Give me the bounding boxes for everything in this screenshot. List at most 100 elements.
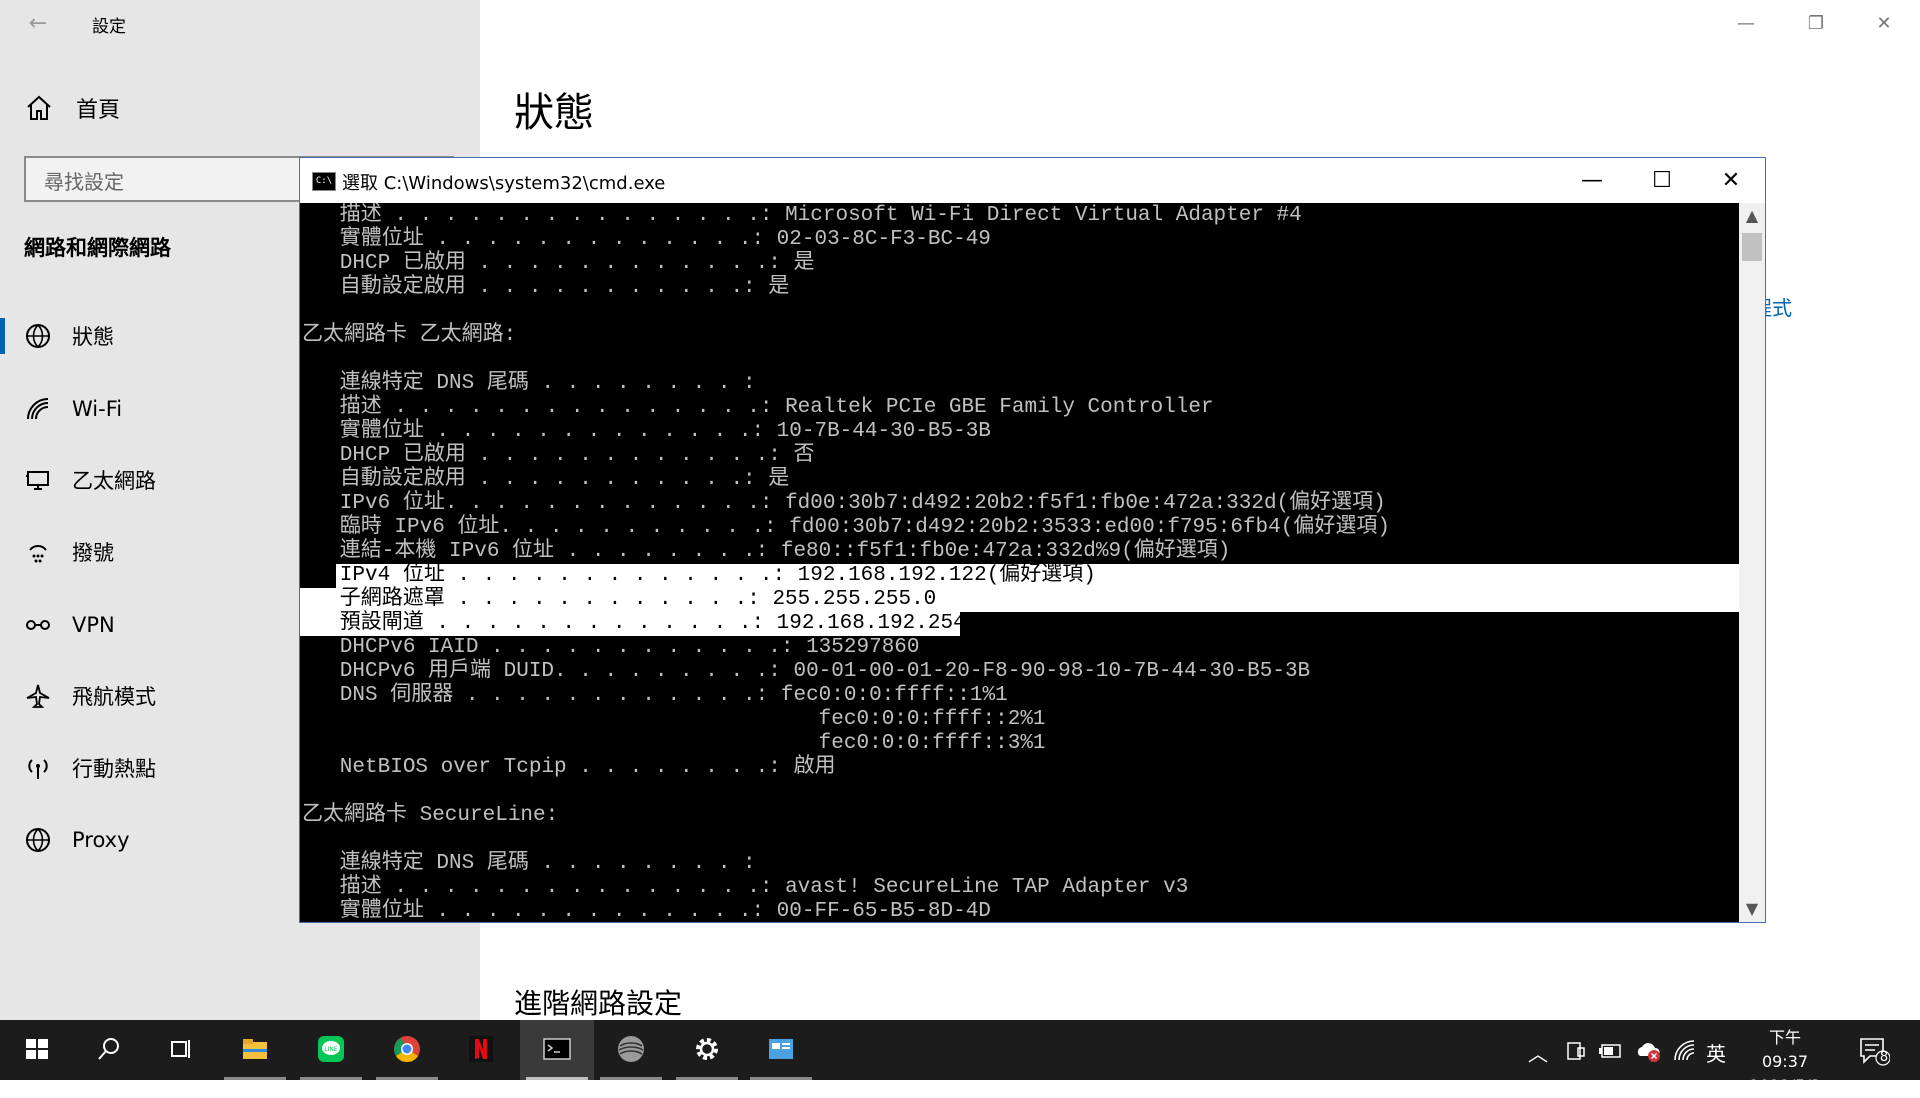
selected-indicator [0,318,5,354]
console-line: 預設閘道 . . . . . . . . . . . . .: 192.168.… [302,612,966,635]
cmd-icon [543,1038,571,1060]
console-line: 自動設定啟用 . . . . . . . . . . .: 是 [302,276,790,299]
clock-time: 下午 09:37 [1761,1028,1809,1071]
sphere-app-button[interactable] [594,1020,668,1080]
settings-gear-icon [696,1038,718,1060]
netflix-icon [469,1036,493,1062]
cmd-minimize-icon[interactable]: — [1557,158,1627,203]
netflix-button[interactable] [444,1020,518,1080]
task-view-button[interactable] [144,1020,218,1080]
file-explorer-button[interactable] [218,1020,292,1080]
nav-label: VPN [72,613,115,637]
chrome-button[interactable] [370,1020,444,1080]
home-nav-item[interactable]: 首頁 [24,90,120,126]
console-line: 連結-本機 IPv6 位址 . . . . . . . .: fe80::f5f… [302,540,1231,563]
console-line: 臨時 IPv6 位址. . . . . . . . . . .: fd00:30… [302,516,1390,539]
console-line: 描述 . . . . . . . . . . . . . . .: avast!… [302,876,1189,899]
start-button[interactable] [0,1020,74,1080]
chrome-icon [394,1036,420,1063]
line-app-button[interactable]: LINE [294,1020,368,1080]
console-line: NetBIOS over Tcpip . . . . . . . .: 啟用 [302,756,836,779]
nav-label: Wi-Fi [72,397,123,421]
file-explorer-icon [243,1039,267,1059]
console-line: 乙太網路卡 SecureLine: [302,804,559,827]
scroll-up-icon[interactable]: ▲ [1739,203,1765,229]
console-line: 連線特定 DNS 尾碼 . . . . . . . . : [302,372,756,395]
settings-taskbar-button[interactable] [670,1020,744,1080]
home-label: 首頁 [76,98,121,123]
search-placeholder: 尋找設定 [44,170,124,194]
line-app-icon: LINE [318,1036,344,1062]
console-line: 實體位址 . . . . . . . . . . . . .: 00-FF-65… [302,900,991,922]
restore-icon[interactable]: ❐ [1798,6,1834,42]
console-line: 乙太網路卡 乙太網路: [302,324,517,347]
ime-indicator[interactable]: 英 [1706,1038,1726,1067]
console-line: IPv4 位址 . . . . . . . . . . . . .: 192.1… [302,564,1096,587]
cmd-window-title: 選取 C:\Windows\system32\cmd.exe [342,173,666,194]
control-panel-icon [769,1039,793,1059]
nav-label: 飛航模式 [72,685,156,709]
console-line: DHCPv6 IAID . . . . . . . . . . . .: 135… [302,636,920,659]
settings-window-title: 設定 [92,17,126,37]
globe-status-icon [26,324,50,348]
nav-label: 行動熱點 [72,757,156,781]
cmd-maximize-icon[interactable]: ☐ [1627,158,1697,203]
vpn-icon [26,620,50,630]
console-line: IPv6 位址. . . . . . . . . . . . .: fd00:3… [302,492,1386,515]
close-icon[interactable]: ✕ [1866,6,1902,42]
battery-icon[interactable] [1598,1040,1624,1062]
scroll-down-icon[interactable]: ▼ [1739,896,1765,922]
airplane-icon [26,684,50,708]
nav-label: 撥號 [72,541,114,565]
console-line: DNS 伺服器 . . . . . . . . . . . .: fec0:0:… [302,684,1008,707]
task-view-icon [171,1040,190,1058]
app-sphere-icon [618,1036,644,1062]
cmd-window[interactable]: C:\ 選取 C:\Windows\system32\cmd.exe — ☐ ✕… [299,157,1766,923]
clock-date: 2021/5/3 [1749,1076,1821,1095]
console-line: DHCP 已啟用 . . . . . . . . . . . .: 是 [302,252,815,275]
section-title: 網路和網際網路 [24,236,171,260]
console-line: fec0:0:0:ffff::2%1 [302,708,1046,731]
taskbar: LINE ︿ 英 下午 09:37 2021/5/3 8 [0,1020,1920,1095]
scroll-thumb[interactable] [1742,233,1762,261]
network-wifi-icon[interactable] [1672,1038,1696,1062]
control-panel-button[interactable] [744,1020,818,1080]
console-line: fec0:0:0:ffff::3%1 [302,732,1046,755]
dialup-icon [29,545,47,563]
windows-start-icon [26,1039,48,1059]
cmd-app-icon: C:\ [312,172,336,191]
ethernet-icon [26,471,49,490]
console-line: 自動設定啟用 . . . . . . . . . . .: 是 [302,468,790,491]
device-icon[interactable] [1564,1040,1586,1062]
back-arrow-icon[interactable]: ← [22,8,54,40]
console-line: 描述 . . . . . . . . . . . . . . .: Micros… [302,204,1302,227]
notification-count: 8 [1879,1050,1889,1065]
console-output[interactable]: 描述 . . . . . . . . . . . . . . .: Micros… [300,203,1739,922]
console-line: 實體位址 . . . . . . . . . . . . .: 02-03-8C… [302,228,991,251]
console-line: 連線特定 DNS 尾碼 . . . . . . . . : [302,852,756,875]
cmd-close-icon[interactable]: ✕ [1696,158,1766,203]
clock[interactable]: 下午 09:37 2021/5/3 [1745,1026,1825,1098]
search-icon [98,1038,119,1060]
cmd-scrollbar[interactable]: ▲ ▼ [1739,203,1765,922]
hotspot-icon [28,759,48,779]
advanced-network-settings-title: 進階網路設定 [514,987,683,1020]
minimize-icon[interactable]: — [1728,6,1764,42]
console-line: 實體位址 . . . . . . . . . . . . .: 10-7B-44… [302,420,991,443]
nav-label: Proxy [72,828,130,852]
globe-icon [26,828,50,852]
settings-titlebar: ← 設定 — ❐ ✕ [0,0,1920,48]
console-line: 描述 . . . . . . . . . . . . . . .: Realte… [302,396,1214,419]
search-button[interactable] [72,1020,146,1080]
nav-label: 狀態 [72,325,114,349]
page-title: 狀態 [514,90,594,136]
svg-text:LINE: LINE [324,1046,338,1053]
cmd-taskbar-button[interactable] [520,1020,594,1080]
console-line: DHCPv6 用戶端 DUID. . . . . . . . .: 00-01-… [302,660,1311,683]
cloud-error-icon[interactable] [1634,1038,1662,1064]
console-line: 子網路遮罩 . . . . . . . . . . . .: 255.255.2… [302,588,937,611]
home-icon [27,95,51,120]
wifi-icon [27,398,49,420]
chevron-up-icon[interactable]: ︿ [1528,1038,1548,1067]
cmd-titlebar[interactable]: C:\ 選取 C:\Windows\system32\cmd.exe — ☐ ✕ [300,158,1765,203]
